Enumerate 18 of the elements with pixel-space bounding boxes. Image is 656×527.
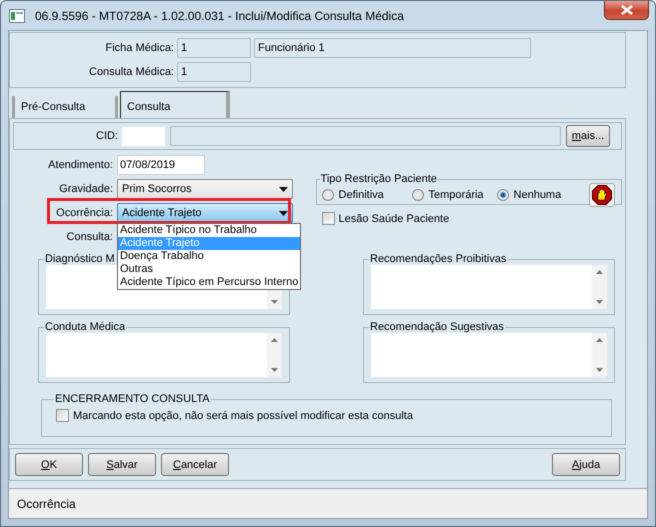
field-label: Consulta Médica: [88, 66, 174, 78]
group-title: Recomendação Sugestivas [369, 321, 505, 333]
group-title: ENCERRAMENTO CONSULTA [54, 393, 211, 405]
group-title: Tipo Restrição Paciente [320, 173, 438, 185]
readonly-field: 1 [177, 38, 251, 58]
field-label: Ocorrência: [55, 207, 113, 219]
field-label: Gravidade: [58, 183, 113, 195]
field-label: CID: [95, 130, 118, 142]
readonly-field: 1 [177, 62, 251, 82]
group-title: Conduta Médica [44, 321, 126, 333]
readonly-field: Funcionário 1 [254, 38, 531, 58]
status-bar: Ocorrência [9, 488, 647, 518]
field-label: Consulta: [66, 231, 113, 243]
group-title: Diagnóstico M [44, 253, 116, 265]
window-title: 06.9.5596 - MT0728A - 1.02.00.031 - Inclui/Modifica Consulta Médica [35, 8, 404, 22]
field-label: Atendimento: [47, 159, 113, 171]
group-title: Recomendações Proibitivas [369, 253, 508, 265]
field-label: Ficha Médica: [104, 42, 174, 54]
